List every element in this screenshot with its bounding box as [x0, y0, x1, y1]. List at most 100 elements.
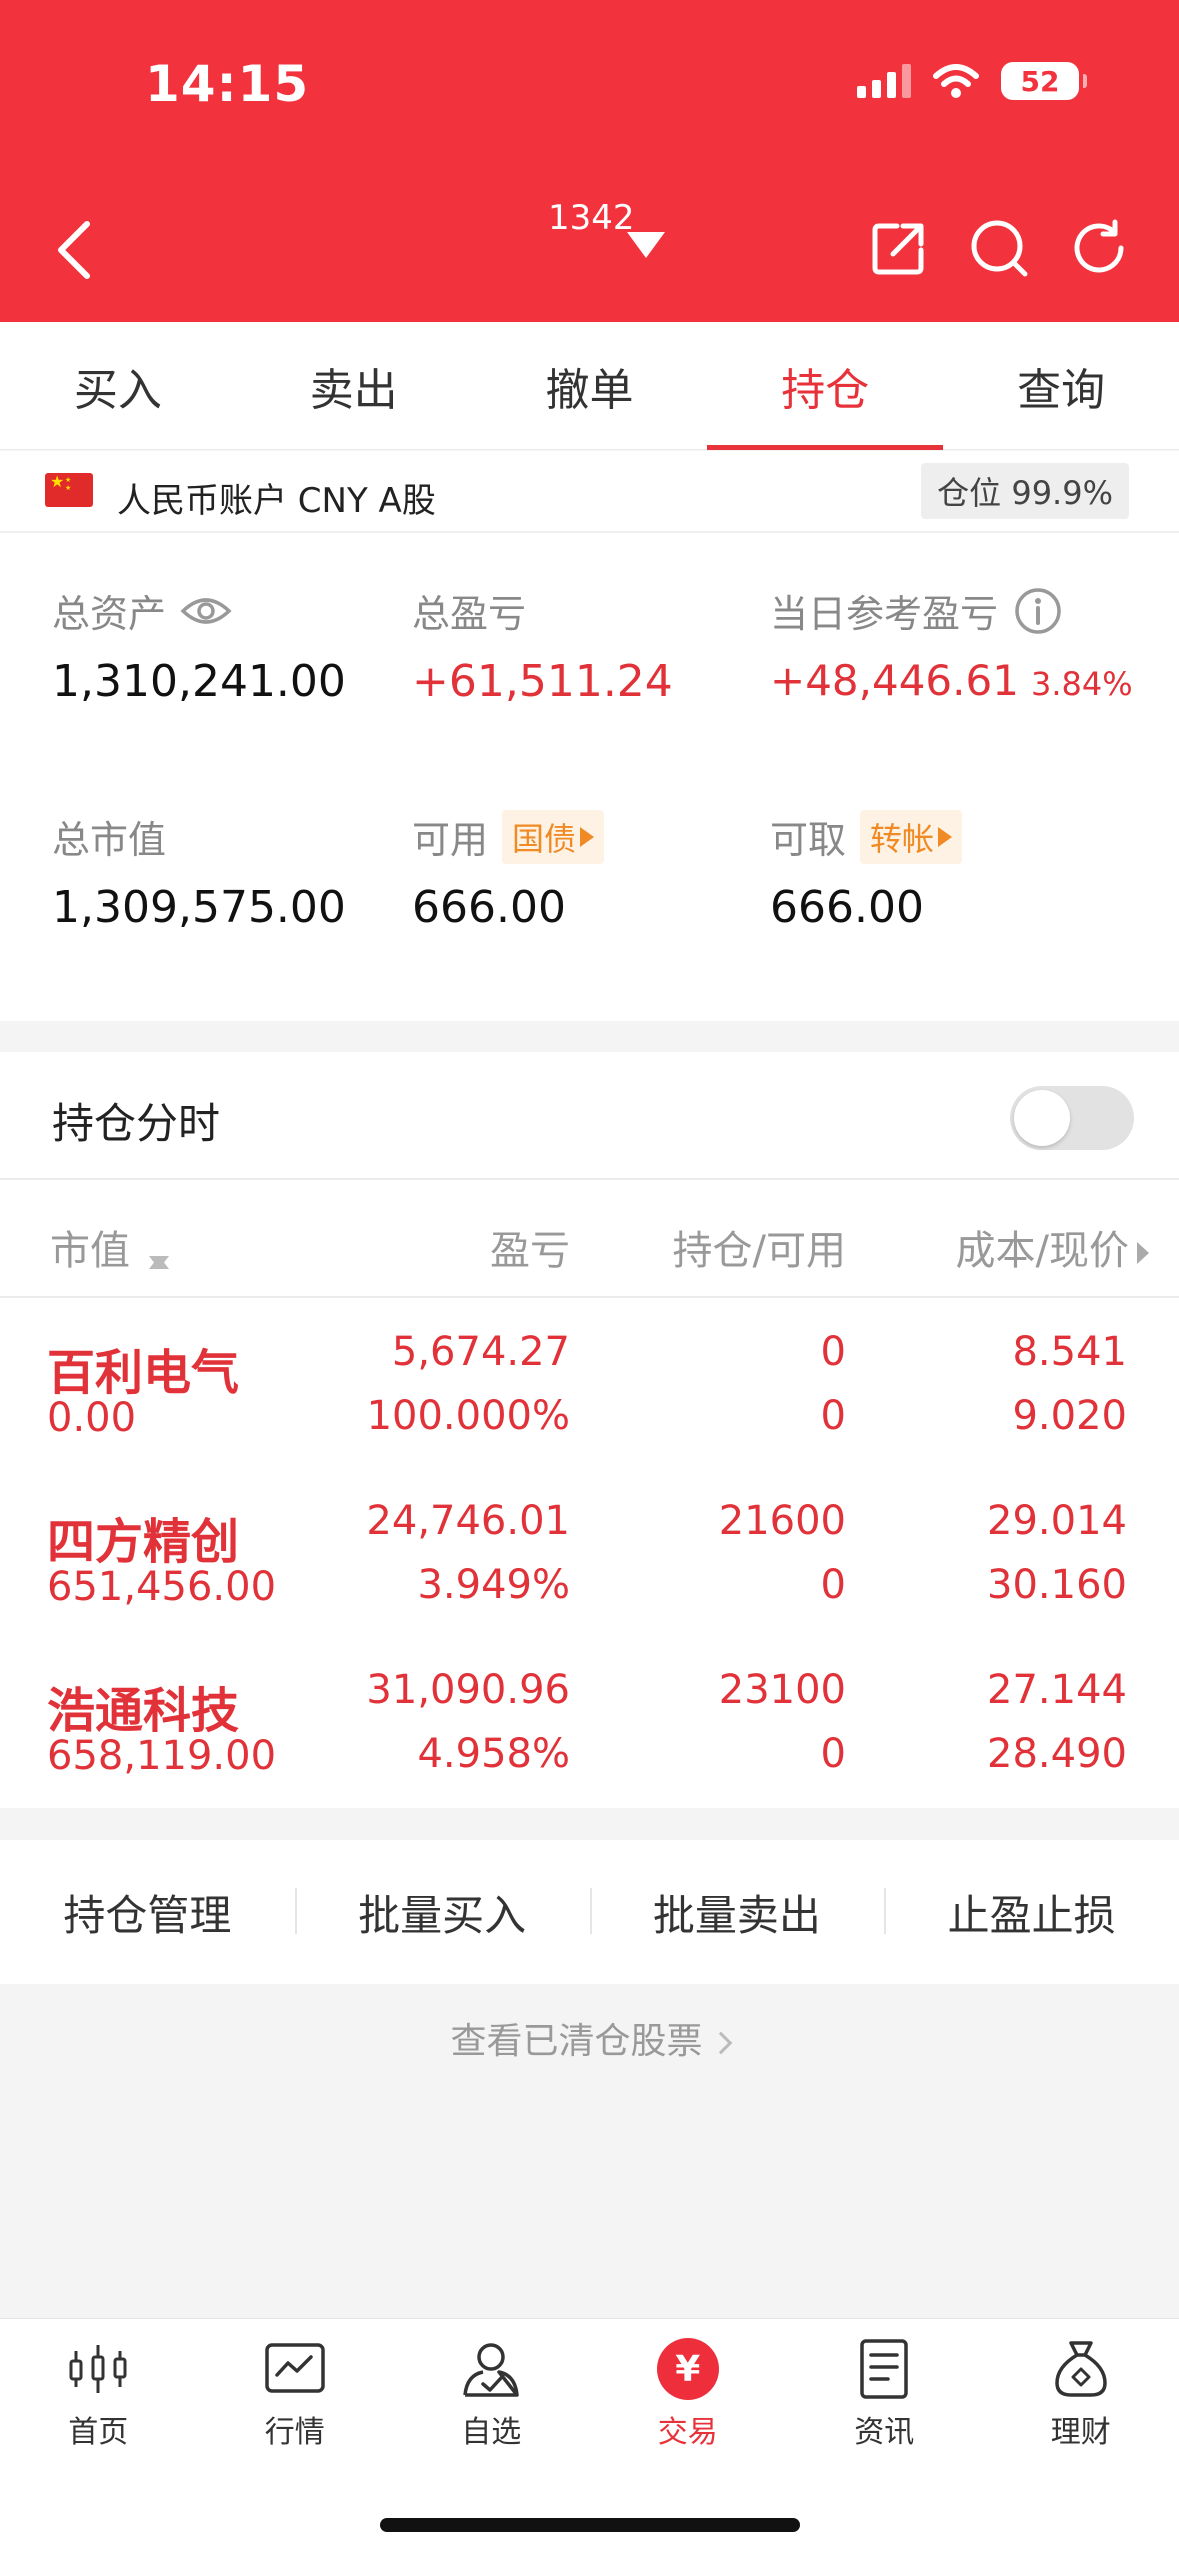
- stock-pl: 31,090.96: [366, 1667, 570, 1713]
- col-pl: 盈亏: [490, 1228, 570, 1274]
- stock-price: 9.020: [1012, 1393, 1127, 1439]
- stock-pl: 24,746.01: [366, 1498, 570, 1544]
- nav-home[interactable]: 首页: [0, 2329, 197, 2459]
- table-row[interactable]: 百利电气 0.00 5,674.27 100.000% 0 0 8.541 9.…: [0, 1307, 1179, 1477]
- play-triangle-icon: [580, 826, 595, 847]
- stock-market-value: 651,456.00: [47, 1564, 277, 1610]
- market-value-value: 1,309,575.00: [52, 882, 346, 933]
- refresh-icon[interactable]: [1069, 218, 1129, 278]
- back-button[interactable]: [55, 215, 105, 285]
- total-assets-label: 总资产: [52, 592, 167, 636]
- stock-name: 百利电气: [47, 1345, 240, 1401]
- daily-pl-label: 当日参考盈亏: [770, 592, 999, 636]
- stock-price: 28.490: [987, 1731, 1127, 1777]
- intraday-toggle-row: 持仓分时: [0, 1052, 1179, 1180]
- document-icon: [860, 2339, 908, 2399]
- stock-available: 0: [820, 1562, 846, 1608]
- take-profit-stop-loss-button[interactable]: 止盈止损: [884, 1882, 1179, 1943]
- user-check-icon: [463, 2343, 519, 2397]
- total-pl-label: 总盈亏: [412, 592, 527, 636]
- moneybag-icon: [1054, 2341, 1107, 2397]
- treasury-bond-link[interactable]: 国债: [502, 809, 605, 864]
- play-triangle-icon: [938, 826, 953, 847]
- total-assets-value: 1,310,241.00: [52, 656, 346, 707]
- tab-cancel-order[interactable]: 撤单: [472, 322, 708, 449]
- manage-positions-button[interactable]: 持仓管理: [0, 1882, 295, 1943]
- nav-news[interactable]: 资讯: [786, 2329, 983, 2459]
- share-icon[interactable]: [869, 218, 929, 278]
- nav-trade[interactable]: ¥ 交易: [590, 2329, 787, 2459]
- stock-cost: 8.541: [1012, 1329, 1127, 1375]
- chevron-right-icon: [709, 2031, 732, 2055]
- chevron-left-icon: [58, 221, 90, 279]
- status-time: 14:15: [145, 55, 310, 113]
- stock-market-value: 0.00: [47, 1395, 137, 1441]
- position-ratio-badge: 仓位 99.9%: [921, 463, 1129, 519]
- info-icon[interactable]: [1012, 585, 1064, 637]
- stock-available: 0: [820, 1731, 846, 1777]
- stock-pl-percent: 3.949%: [417, 1562, 570, 1608]
- total-pl: 总盈亏 +61,511.24: [412, 583, 673, 707]
- intraday-toggle[interactable]: [1010, 1086, 1134, 1150]
- daily-pl: 当日参考盈亏 +48,446.61 3.84%: [770, 583, 1133, 705]
- col-cost-price[interactable]: 成本/现价: [956, 1218, 1149, 1276]
- stock-price: 30.160: [987, 1562, 1127, 1608]
- stock-available: 0: [820, 1393, 846, 1439]
- daily-pl-value: +48,446.61: [770, 656, 1019, 705]
- withdrawable-funds: 可取 转帐 666.00: [770, 809, 963, 933]
- battery-icon: 52: [1001, 62, 1087, 100]
- stock-position: 0: [820, 1329, 846, 1375]
- table-row[interactable]: 浩通科技 658,119.00 31,090.96 4.958% 23100 0…: [0, 1645, 1179, 1815]
- tab-buy[interactable]: 买入: [0, 322, 236, 449]
- withdrawable-value: 666.00: [770, 882, 924, 933]
- stock-position: 23100: [718, 1667, 846, 1713]
- expand-columns-icon: [1137, 1242, 1149, 1264]
- china-flag-icon: [45, 473, 93, 507]
- available-funds: 可用 国债 666.00: [412, 809, 605, 933]
- bottom-nav: 首页 行情 自选 ¥ 交易 资讯 理财: [0, 2318, 1179, 2556]
- account-summary: 人民币账户 CNY A股 仓位 99.9% 总资产 1,310,241.00 总…: [0, 451, 1179, 1021]
- status-icons: 52: [857, 62, 1087, 100]
- trade-tabs: 买入 卖出 撤单 持仓 查询: [0, 322, 1179, 450]
- account-number: 1342: [548, 198, 635, 238]
- stock-market-value: 658,119.00: [47, 1733, 277, 1779]
- eye-icon[interactable]: [180, 585, 232, 637]
- tab-sell[interactable]: 卖出: [236, 322, 472, 449]
- stock-cost: 27.144: [987, 1667, 1127, 1713]
- stock-pl-percent: 100.000%: [366, 1393, 570, 1439]
- col-position: 持仓/可用: [672, 1228, 846, 1274]
- tab-positions[interactable]: 持仓: [707, 322, 943, 450]
- batch-sell-button[interactable]: 批量卖出: [589, 1882, 885, 1943]
- holdings-header: 市值 盈亏 持仓/可用 成本/现价: [0, 1180, 1179, 1298]
- candlestick-icon: [69, 2345, 127, 2393]
- stock-position: 21600: [718, 1498, 846, 1544]
- market-value-label: 总市值: [52, 818, 167, 862]
- batch-buy-button[interactable]: 批量买入: [294, 1882, 590, 1943]
- app-header: 14:15 52 1342: [0, 0, 1179, 322]
- market-value: 总市值 1,309,575.00: [52, 809, 346, 933]
- account-selector[interactable]: 1342: [548, 198, 665, 258]
- available-label: 可用: [412, 818, 489, 862]
- nav-watchlist[interactable]: 自选: [393, 2329, 590, 2459]
- stock-pl: 5,674.27: [391, 1329, 570, 1375]
- home-indicator: [380, 2518, 800, 2532]
- table-row[interactable]: 四方精创 651,456.00 24,746.01 3.949% 21600 0…: [0, 1476, 1179, 1646]
- stock-pl-percent: 4.958%: [417, 1731, 570, 1777]
- total-assets: 总资产 1,310,241.00: [52, 583, 346, 707]
- stock-name: 四方精创: [47, 1514, 240, 1570]
- cleared-stocks-link[interactable]: 查看已清仓股票: [0, 2012, 1179, 2064]
- holdings-actions: 持仓管理 批量买入 批量卖出 止盈止损: [0, 1840, 1179, 1984]
- transfer-link[interactable]: 转帐: [860, 809, 963, 864]
- nav-market[interactable]: 行情: [197, 2329, 394, 2459]
- col-market-value[interactable]: 市值: [50, 1218, 169, 1276]
- account-name: 人民币账户 CNY A股: [117, 481, 436, 521]
- signal-icon: [857, 64, 911, 98]
- total-pl-value: +61,511.24: [412, 656, 673, 707]
- chart-icon: [265, 2343, 325, 2393]
- header-actions: [869, 218, 1129, 278]
- account-row: 人民币账户 CNY A股 仓位 99.9%: [0, 451, 1179, 533]
- nav-wealth[interactable]: 理财: [983, 2329, 1179, 2459]
- search-icon[interactable]: [969, 218, 1029, 278]
- tab-query[interactable]: 查询: [943, 322, 1179, 449]
- toggle-knob: [1014, 1090, 1070, 1146]
